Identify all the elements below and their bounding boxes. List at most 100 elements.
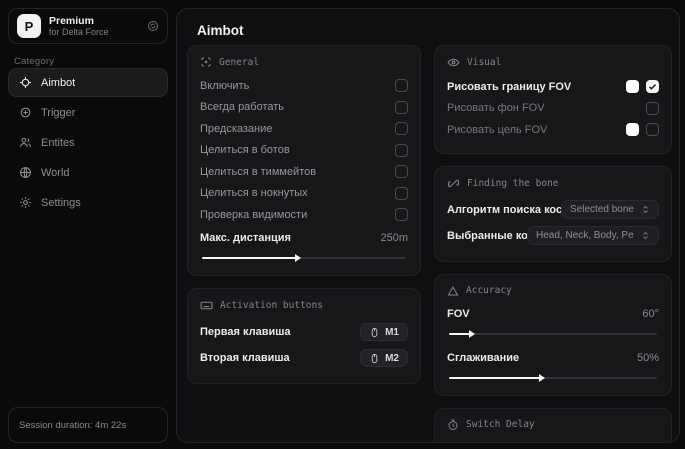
slider-label: Макс. дистанция <box>200 232 291 245</box>
slider-fill <box>449 330 476 338</box>
sidebar: P Premium for Delta Force Category Aimbo… <box>0 0 176 449</box>
smoothing-slider-group: Сглаживание 50% <box>447 347 659 383</box>
bone-row: Выбранные кос Head, Neck, Body, Pe... <box>447 223 659 249</box>
sync-icon[interactable] <box>147 20 159 32</box>
sidebar-item-settings[interactable]: Settings <box>8 188 168 217</box>
globe-icon <box>19 166 32 179</box>
switch-delay-header: Switch Delay <box>447 419 659 431</box>
visual-controls <box>646 101 659 115</box>
visual-header: Visual <box>447 56 659 69</box>
timer-icon <box>447 419 459 431</box>
bone-card: Finding the bone Алгоритм поиска кост Se… <box>434 165 672 262</box>
visual-controls <box>626 123 659 137</box>
section-title: General <box>219 56 260 68</box>
toggle-label: Предсказание <box>200 122 273 135</box>
checkbox[interactable] <box>646 80 659 94</box>
gear-icon <box>19 196 32 209</box>
visual-row: Рисовать цель FOV <box>447 119 659 141</box>
section-title: Accuracy <box>466 285 512 296</box>
slider-value: 250m <box>380 232 408 245</box>
eye-icon <box>447 56 460 69</box>
slider-head: FOV 60° <box>447 304 659 326</box>
color-swatch[interactable] <box>626 123 639 137</box>
toggle-label: Проверка видимости <box>200 208 308 221</box>
sidebar-item-aimbot[interactable]: Aimbot <box>8 68 168 97</box>
checkbox[interactable] <box>395 79 408 93</box>
sidebar-item-world[interactable]: World <box>8 158 168 187</box>
toggle-row: Задержка переключения <box>447 438 659 443</box>
accuracy-header: Accuracy <box>447 285 659 297</box>
sidebar-item-label: Trigger <box>41 106 76 119</box>
keybind-button[interactable]: M2 <box>360 349 408 367</box>
sidebar-item-trigger[interactable]: Trigger <box>8 98 168 127</box>
section-title: Visual <box>467 57 502 68</box>
sidebar-item-label: Aimbot <box>41 76 76 89</box>
checkbox[interactable] <box>395 143 408 157</box>
brand-logo: P <box>17 14 41 38</box>
checkbox[interactable] <box>646 101 659 115</box>
mouse-icon <box>369 353 380 364</box>
fov-slider[interactable] <box>447 329 659 339</box>
trigger-icon <box>19 106 32 119</box>
select-value: Selected bone <box>570 204 634 215</box>
max-distance-slider-group: Макс. дистанция 250m <box>200 228 408 264</box>
checkbox[interactable] <box>395 186 408 200</box>
bones-select[interactable]: Head, Neck, Body, Pe... <box>527 226 659 245</box>
checkbox[interactable] <box>395 208 408 222</box>
checkbox[interactable] <box>395 122 408 136</box>
bone-label: Алгоритм поиска кост <box>447 203 562 216</box>
mouse-icon <box>369 327 380 338</box>
sidebar-item-label: Entites <box>41 136 75 149</box>
keybind-label: Первая клавиша <box>200 326 291 338</box>
slider-fill <box>449 373 546 382</box>
keybind-row: Вторая клавиша M2 <box>200 345 408 371</box>
section-title: Activation buttons <box>220 300 323 311</box>
activation-header: Activation buttons <box>200 299 408 312</box>
brand-title: Premium <box>49 14 94 27</box>
checkbox[interactable] <box>646 441 659 442</box>
bone-header: Finding the bone <box>447 177 659 190</box>
keybind-value: M1 <box>385 326 399 338</box>
checkbox[interactable] <box>395 100 408 114</box>
right-column: Visual Рисовать границу FOV Рисовать фон… <box>434 45 672 443</box>
sidebar-item-entities[interactable]: Entites <box>8 128 168 157</box>
keybind-label: Вторая клавиша <box>200 352 290 364</box>
smoothing-slider[interactable] <box>447 373 659 383</box>
checkbox[interactable] <box>646 123 659 137</box>
session-duration: Session duration: 4m 22s <box>8 407 168 443</box>
section-title: Finding the bone <box>467 177 559 189</box>
bone-label: Выбранные кос <box>447 229 527 242</box>
slider-track <box>449 333 657 335</box>
color-swatch[interactable] <box>626 80 639 94</box>
slider-value: 50% <box>636 351 659 364</box>
toggle-label: Целиться в ботов <box>200 144 290 157</box>
max-distance-slider[interactable] <box>200 253 408 263</box>
triangle-icon <box>447 285 459 297</box>
slider-label: Сглаживание <box>447 351 520 364</box>
brand-subtitle: for Delta Force <box>49 26 109 37</box>
sidebar-item-label: World <box>41 166 70 179</box>
toggle-label: Включить <box>200 79 250 92</box>
checkbox[interactable] <box>395 165 408 179</box>
keybind-value: M2 <box>385 352 399 364</box>
toggle-row: Всегда работать <box>200 97 408 119</box>
toggle-row: Целиться в ботов <box>200 140 408 162</box>
bone-algorithm-select[interactable]: Selected bone <box>561 200 659 219</box>
brand-text: Premium for Delta Force <box>49 15 139 37</box>
visual-controls <box>626 80 659 94</box>
general-header: General <box>200 56 408 68</box>
brand-card: P Premium for Delta Force <box>8 8 168 44</box>
activation-card: Activation buttons Первая клавиша M1 Вто… <box>187 288 421 384</box>
visual-card: Visual Рисовать границу FOV Рисовать фон… <box>434 45 672 154</box>
visual-row: Рисовать границу FOV <box>447 76 659 98</box>
left-column: General Включить Всегда работать Предска… <box>187 45 421 384</box>
updown-icon <box>641 204 650 215</box>
toggle-row: Целиться в нокнутых <box>200 183 408 205</box>
visual-label: Рисовать цель FOV <box>447 123 548 136</box>
keybind-button[interactable]: M1 <box>360 323 408 341</box>
slider-head: Сглаживание 50% <box>447 347 659 369</box>
sidebar-menu: Aimbot Trigger Entites World Settings <box>8 68 168 217</box>
slider-fill <box>202 254 301 262</box>
main-panel: Aimbot General Включить Всегда работать … <box>176 8 680 443</box>
toggle-label: Задержка переключения <box>447 442 574 443</box>
